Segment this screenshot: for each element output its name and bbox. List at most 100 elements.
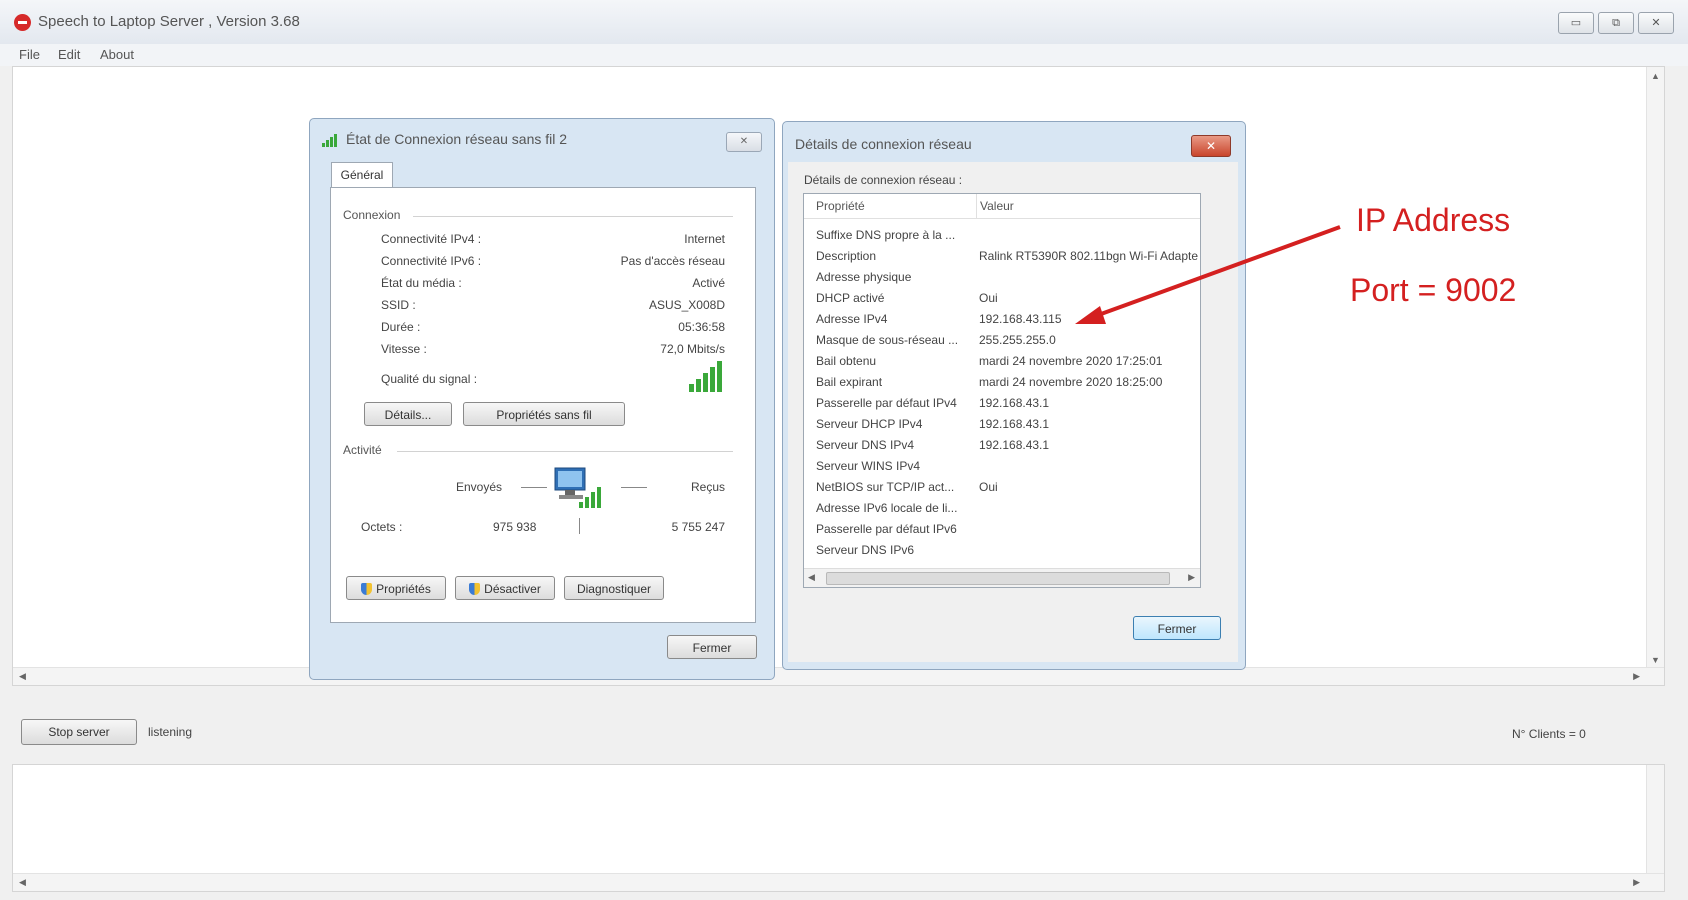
scroll-right-icon[interactable]: ▶ [1633,877,1640,888]
divider [521,487,547,488]
property-name: Description [816,249,877,263]
signal-strength-icon [689,361,722,392]
general-tab-panel: Connexion Connectivité IPv4 : Internet C… [330,187,756,623]
list-item[interactable]: Passerelle par défaut IPv6 [804,522,1200,542]
field-label: État du média : [381,276,462,290]
property-name: Adresse IPv4 [816,312,888,326]
scrollbar-thumb[interactable] [826,572,1170,585]
list-item[interactable]: Masque de sous-réseau ... 255.255.255.0 [804,333,1200,353]
field-label: SSID : [381,298,416,312]
connexion-group-label: Connexion [343,208,401,222]
field-value: Internet [684,232,725,246]
title-bar: Speech to Laptop Server , Version 3.68 ▭… [0,0,1688,45]
stop-server-button[interactable]: Stop server [21,719,137,745]
horizontal-scrollbar[interactable]: ◀ ▶ [13,873,1664,891]
menu-file[interactable]: File [19,47,40,62]
field-value: ASUS_X008D [648,298,725,312]
list-horizontal-scrollbar[interactable]: ◀ ▶ [804,568,1200,587]
list-item[interactable]: Bail expirant mardi 24 novembre 2020 18:2… [804,375,1200,395]
octets-received-value: 5 755 247 [671,520,725,534]
scroll-left-icon[interactable]: ◀ [808,572,815,583]
property-name: Serveur DNS IPv6 [816,543,915,557]
ip-address-annotation: IP Address [1356,202,1511,238]
list-item[interactable]: Serveur DHCP IPv4 192.168.43.1 [804,417,1200,437]
log-area[interactable]: ◀ ▶ [12,764,1665,892]
port-annotation: Port = 9002 [1350,272,1517,308]
menu-about[interactable]: About [100,47,134,62]
client-count: N° Clients = 0 [1512,727,1586,741]
diagnose-button[interactable]: Diagnostiquer [564,576,664,600]
wireless-properties-button[interactable]: Propriétés sans fil [463,402,625,426]
disable-button-label: Désactiver [484,582,541,596]
octets-label: Octets : [361,520,403,534]
field-value: 72,0 Mbits/s [660,342,725,356]
property-name: Bail expirant [816,375,883,389]
divider [413,216,733,217]
column-value[interactable]: Valeur [980,199,1014,213]
dialog-title: État de Connexion réseau sans fil 2 [346,131,568,147]
property-name: DHCP activé [816,291,885,305]
list-item[interactable]: Serveur WINS IPv4 [804,459,1200,479]
close-details-button[interactable]: Fermer [1133,616,1221,640]
tab-general[interactable]: Général [331,162,393,188]
property-name: Serveur DNS IPv4 [816,438,915,452]
vertical-scrollbar[interactable]: ▲ ▼ [1646,67,1664,685]
scroll-left-icon[interactable]: ◀ [19,671,26,682]
divider [579,518,580,534]
dialog-title: Détails de connexion réseau [795,136,972,152]
properties-button[interactable]: Propriétés [346,576,446,600]
minimize-button[interactable]: ▭ [1558,12,1594,34]
maximize-button[interactable]: ⧉ [1598,12,1634,34]
list-item[interactable]: Bail obtenu mardi 24 novembre 2020 17:25:… [804,354,1200,374]
property-value: 192.168.43.1 [979,396,1050,410]
connection-status-dialog: État de Connexion réseau sans fil 2 ✕ Gé… [309,118,775,680]
network-computer-icon [554,467,601,508]
properties-button-label: Propriétés [376,582,431,596]
details-subtitle: Détails de connexion réseau : [804,173,963,187]
divider [621,487,647,488]
window-title: Speech to Laptop Server , Version 3.68 [38,13,300,30]
received-label: Reçus [690,480,725,494]
property-name: Masque de sous-réseau ... [816,333,959,347]
list-item[interactable]: Passerelle par défaut IPv4 192.168.43.1 [804,396,1200,416]
close-window-button[interactable]: ✕ [1638,12,1674,34]
field-label: Vitesse : [381,342,427,356]
property-value: 192.168.43.115 [979,312,1062,326]
list-item[interactable]: Serveur DNS IPv6 [804,543,1200,563]
dialog-close-button[interactable]: ✕ [1191,135,1231,157]
octets-sent-value: 975 938 [493,520,537,534]
scroll-left-icon[interactable]: ◀ [19,877,26,888]
property-name: Adresse physique [816,270,912,284]
property-value: mardi 24 novembre 2020 17:25:01 [979,354,1163,368]
app-icon [14,14,31,31]
list-header: Propriété Valeur [804,194,1200,219]
wifi-signal-icon [322,134,337,147]
property-value: Oui [979,291,998,305]
property-name: Serveur WINS IPv4 [816,459,921,473]
details-button[interactable]: Détails... [364,402,452,426]
property-value: mardi 24 novembre 2020 18:25:00 [979,375,1163,389]
sent-label: Envoyés [456,480,503,494]
menu-edit[interactable]: Edit [58,47,80,62]
close-status-button[interactable]: Fermer [667,635,757,659]
property-name: Passerelle par défaut IPv4 [816,396,957,410]
list-item[interactable]: Serveur DNS IPv4 192.168.43.1 [804,438,1200,458]
scroll-down-icon[interactable]: ▼ [1651,655,1660,665]
property-name: Suffixe DNS propre à la ... [816,228,956,242]
field-label: Connectivité IPv4 : [381,232,482,246]
property-value: 192.168.43.1 [979,438,1050,452]
scroll-right-icon[interactable]: ▶ [1188,572,1195,583]
dialog-close-button[interactable]: ✕ [726,132,762,152]
disable-button[interactable]: Désactiver [455,576,555,600]
uac-shield-icon [361,583,373,595]
list-item[interactable]: Adresse IPv6 locale de li... [804,501,1200,521]
property-value: Oui [979,480,998,494]
field-label: Connectivité IPv6 : [381,254,482,268]
scroll-up-icon[interactable]: ▲ [1651,71,1660,81]
field-value: Activé [692,276,725,290]
column-property[interactable]: Propriété [816,199,865,213]
field-value: Pas d'accès réseau [620,254,725,268]
list-item[interactable]: NetBIOS sur TCP/IP act... Oui [804,480,1200,500]
scroll-right-icon[interactable]: ▶ [1633,671,1640,682]
field-label: Durée : [381,320,421,334]
